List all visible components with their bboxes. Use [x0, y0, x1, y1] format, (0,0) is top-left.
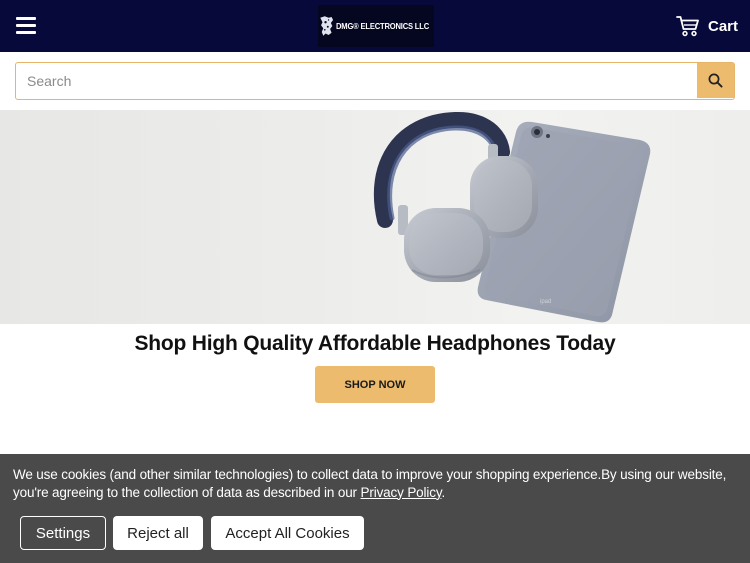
search-bar	[15, 62, 735, 100]
hero-banner-image: ipad	[0, 110, 750, 324]
site-header: DMG® ELECTRONICS LLC Cart	[0, 0, 750, 52]
cart-label: Cart	[707, 17, 738, 35]
search-input[interactable]	[16, 63, 698, 98]
hamburger-line	[16, 17, 36, 20]
cookie-banner: We use cookies (and other similar techno…	[0, 454, 750, 563]
hamburger-line	[16, 24, 36, 27]
cart-icon	[676, 16, 699, 37]
search-icon	[708, 73, 723, 88]
cookie-settings-button[interactable]: Settings	[20, 516, 106, 550]
site-logo[interactable]: DMG® ELECTRONICS LLC	[318, 5, 434, 47]
hamburger-menu-icon[interactable]	[16, 15, 38, 35]
cookie-message: We use cookies (and other similar techno…	[13, 466, 743, 501]
hero-headline: Shop High Quality Affordable Headphones …	[134, 332, 616, 355]
headphones-tablet-photo: ipad	[373, 112, 651, 323]
shop-now-button[interactable]: SHOP NOW	[315, 366, 435, 403]
privacy-policy-link[interactable]: Privacy Policy	[361, 485, 442, 500]
hamburger-line	[16, 31, 36, 34]
cart-button[interactable]: Cart	[676, 14, 738, 38]
svg-text:ipad: ipad	[540, 299, 551, 305]
logo-mark-icon	[320, 16, 334, 36]
reject-all-button[interactable]: Reject all	[113, 516, 203, 550]
accept-all-cookies-button[interactable]: Accept All Cookies	[211, 516, 364, 550]
logo-text: DMG® ELECTRONICS LLC	[336, 21, 430, 31]
search-button[interactable]	[697, 63, 734, 98]
cookie-text-end: .	[441, 484, 446, 500]
